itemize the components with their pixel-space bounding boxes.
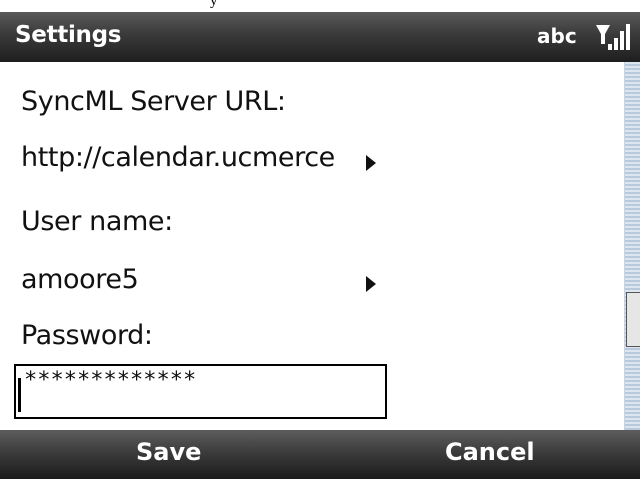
settings-form: SyncML Server URL: http://calendar.ucmer…	[0, 62, 624, 430]
server-url-arrow-icon[interactable]	[366, 155, 376, 171]
server-url-field[interactable]: http://calendar.ucmerce	[21, 142, 335, 173]
username-label: User name:	[21, 206, 173, 237]
text-caret	[18, 378, 21, 412]
username-arrow-icon[interactable]	[366, 276, 376, 292]
signal-strength-icon	[596, 24, 630, 50]
input-mode-indicator: abc	[537, 24, 577, 48]
save-button[interactable]: Save	[136, 438, 201, 466]
password-input[interactable]: *************	[14, 364, 387, 419]
softkey-bar: Save Cancel	[0, 430, 640, 479]
vertical-scrollbar[interactable]	[624, 62, 640, 430]
cancel-button[interactable]: Cancel	[445, 438, 535, 466]
username-field[interactable]: amoore5	[21, 264, 139, 295]
password-masked-value: *************	[24, 368, 197, 393]
title-bar: Settings abc	[0, 12, 640, 62]
page-title: Settings	[15, 22, 122, 48]
caption-strip: y	[0, 0, 640, 12]
caption-text: y	[210, 0, 218, 9]
password-label: Password:	[21, 320, 153, 351]
server-url-label: SyncML Server URL:	[21, 86, 286, 117]
scrollbar-thumb[interactable]	[626, 292, 640, 347]
